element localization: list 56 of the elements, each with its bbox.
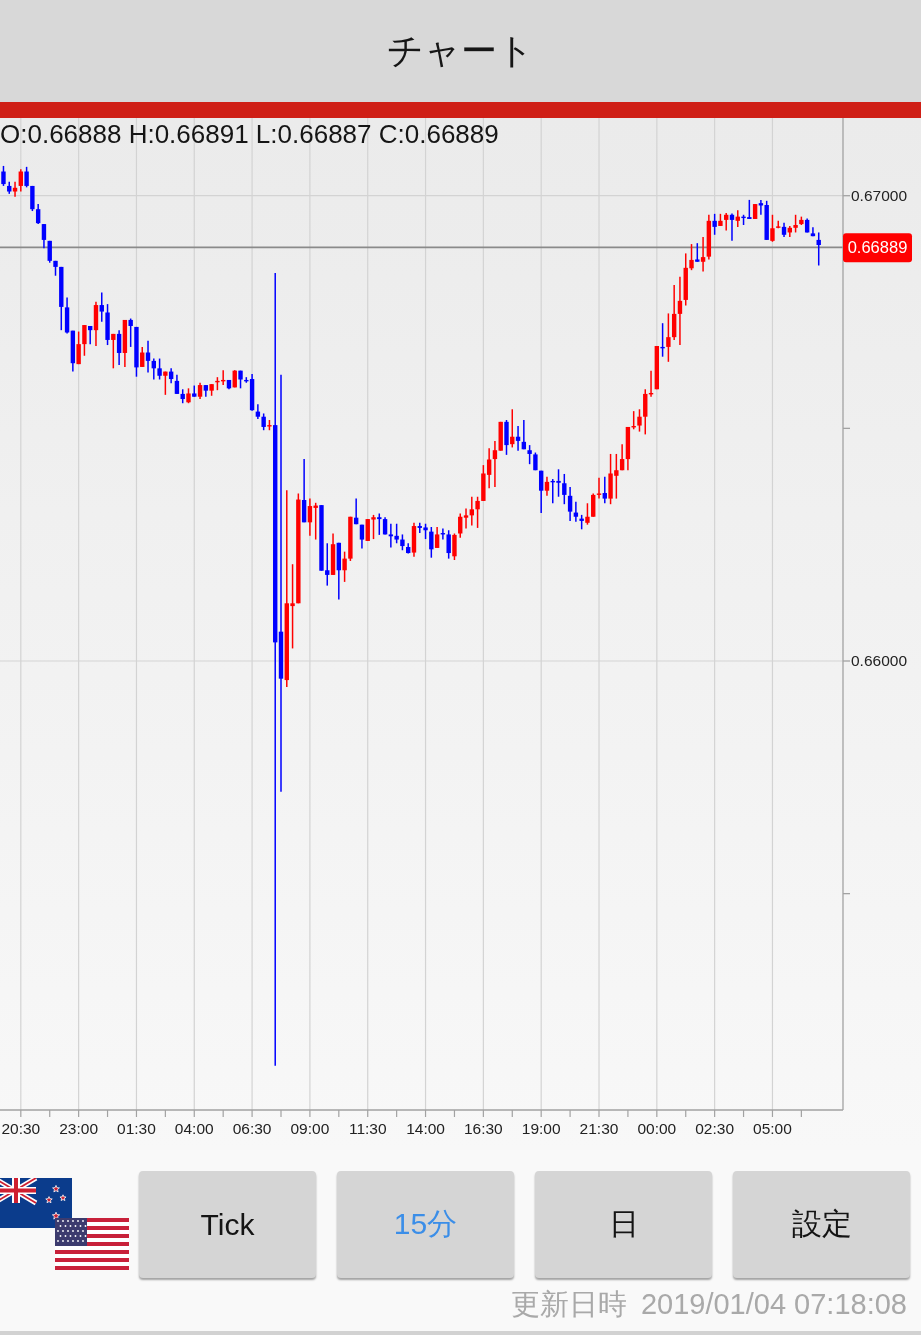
falling-candle [336, 542, 341, 601]
time-axis-label: 02:30 [695, 1120, 735, 1137]
rising-candle [163, 370, 168, 396]
rising-candle [197, 382, 203, 400]
falling-candle [301, 458, 307, 524]
rising-candle [93, 301, 99, 347]
current-price-badge: 0.66889 [843, 233, 912, 263]
time-axis-label: 06:30 [232, 1120, 272, 1137]
screen-title: チャート [387, 28, 534, 73]
time-axis-label: 01:30 [117, 1120, 156, 1137]
falling-candle [226, 379, 232, 390]
rising-candle [140, 346, 145, 368]
rising-candle [510, 408, 515, 449]
falling-candle [602, 476, 607, 504]
time-axis-label: 21:30 [579, 1120, 619, 1137]
price-axis-label: 0.66000 [851, 652, 908, 670]
falling-candle [116, 329, 122, 366]
falling-candle [712, 213, 717, 236]
time-axis-label: 00:00 [637, 1120, 677, 1137]
falling-candle [729, 212, 735, 242]
rising-candle [434, 526, 440, 549]
settings-button[interactable]: 設定 [733, 1171, 910, 1278]
rising-candle [267, 419, 272, 431]
rising-candle [411, 522, 417, 558]
time-axis-label: 23:00 [59, 1120, 99, 1137]
time-axis-label: 11:30 [348, 1120, 387, 1137]
time-axis-label: 14:00 [406, 1120, 445, 1137]
ref-line-label: 0.66889 [847, 238, 908, 257]
update-label: 更新日時 [510, 1287, 627, 1322]
falling-candle [781, 221, 787, 238]
time-axis-label: 16:30 [463, 1120, 503, 1137]
rising-candle [752, 203, 758, 220]
rising-candle [735, 209, 740, 228]
falling-candle [88, 325, 93, 345]
time-axis-label: 20:30 [1, 1120, 41, 1137]
rising-candle [111, 333, 116, 370]
rising-candle [544, 476, 550, 497]
time-axis-label: 09:00 [290, 1120, 330, 1137]
price-axis-label: 0.67000 [851, 187, 908, 205]
rising-candle [122, 319, 128, 368]
rising-candle [186, 387, 191, 404]
time-axis-label: 19:00 [521, 1120, 561, 1137]
falling-candle [192, 384, 197, 398]
rising-candle [330, 532, 336, 576]
falling-candle [203, 384, 209, 398]
time-axis-label: 04:00 [174, 1120, 214, 1137]
update-time: 2019/01/04 07:18:08 [640, 1287, 907, 1322]
falling-candle [695, 242, 700, 263]
rising-candle [232, 369, 237, 389]
falling-candle [504, 419, 509, 456]
timeframe-button[interactable]: Tick [139, 1171, 316, 1278]
falling-candle [660, 322, 665, 358]
ohlc-readout: O:0.66888 H:0.66891 L:0.66887 C:0.66889 [0, 119, 499, 149]
time-axis-label: 05:00 [753, 1120, 792, 1137]
us-flag-icon [55, 1218, 129, 1270]
timeframe-button[interactable]: 日 [535, 1171, 712, 1278]
